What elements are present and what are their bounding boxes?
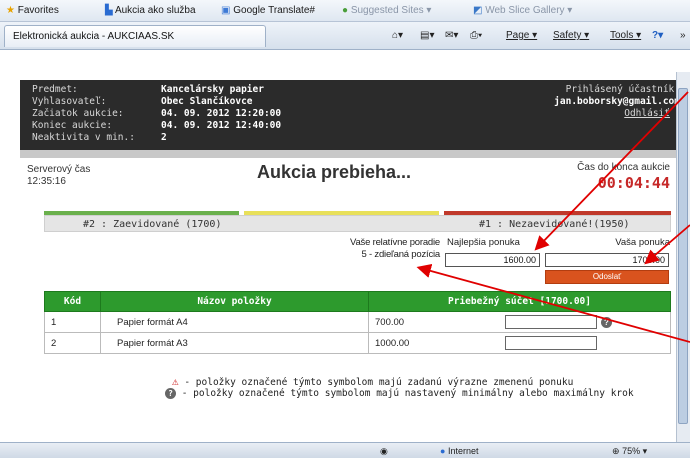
arrow-relative-position bbox=[416, 263, 690, 343]
arrow-your-offer bbox=[644, 224, 690, 265]
annotation-arrows bbox=[416, 91, 690, 343]
arrow-best-offer bbox=[534, 91, 689, 251]
